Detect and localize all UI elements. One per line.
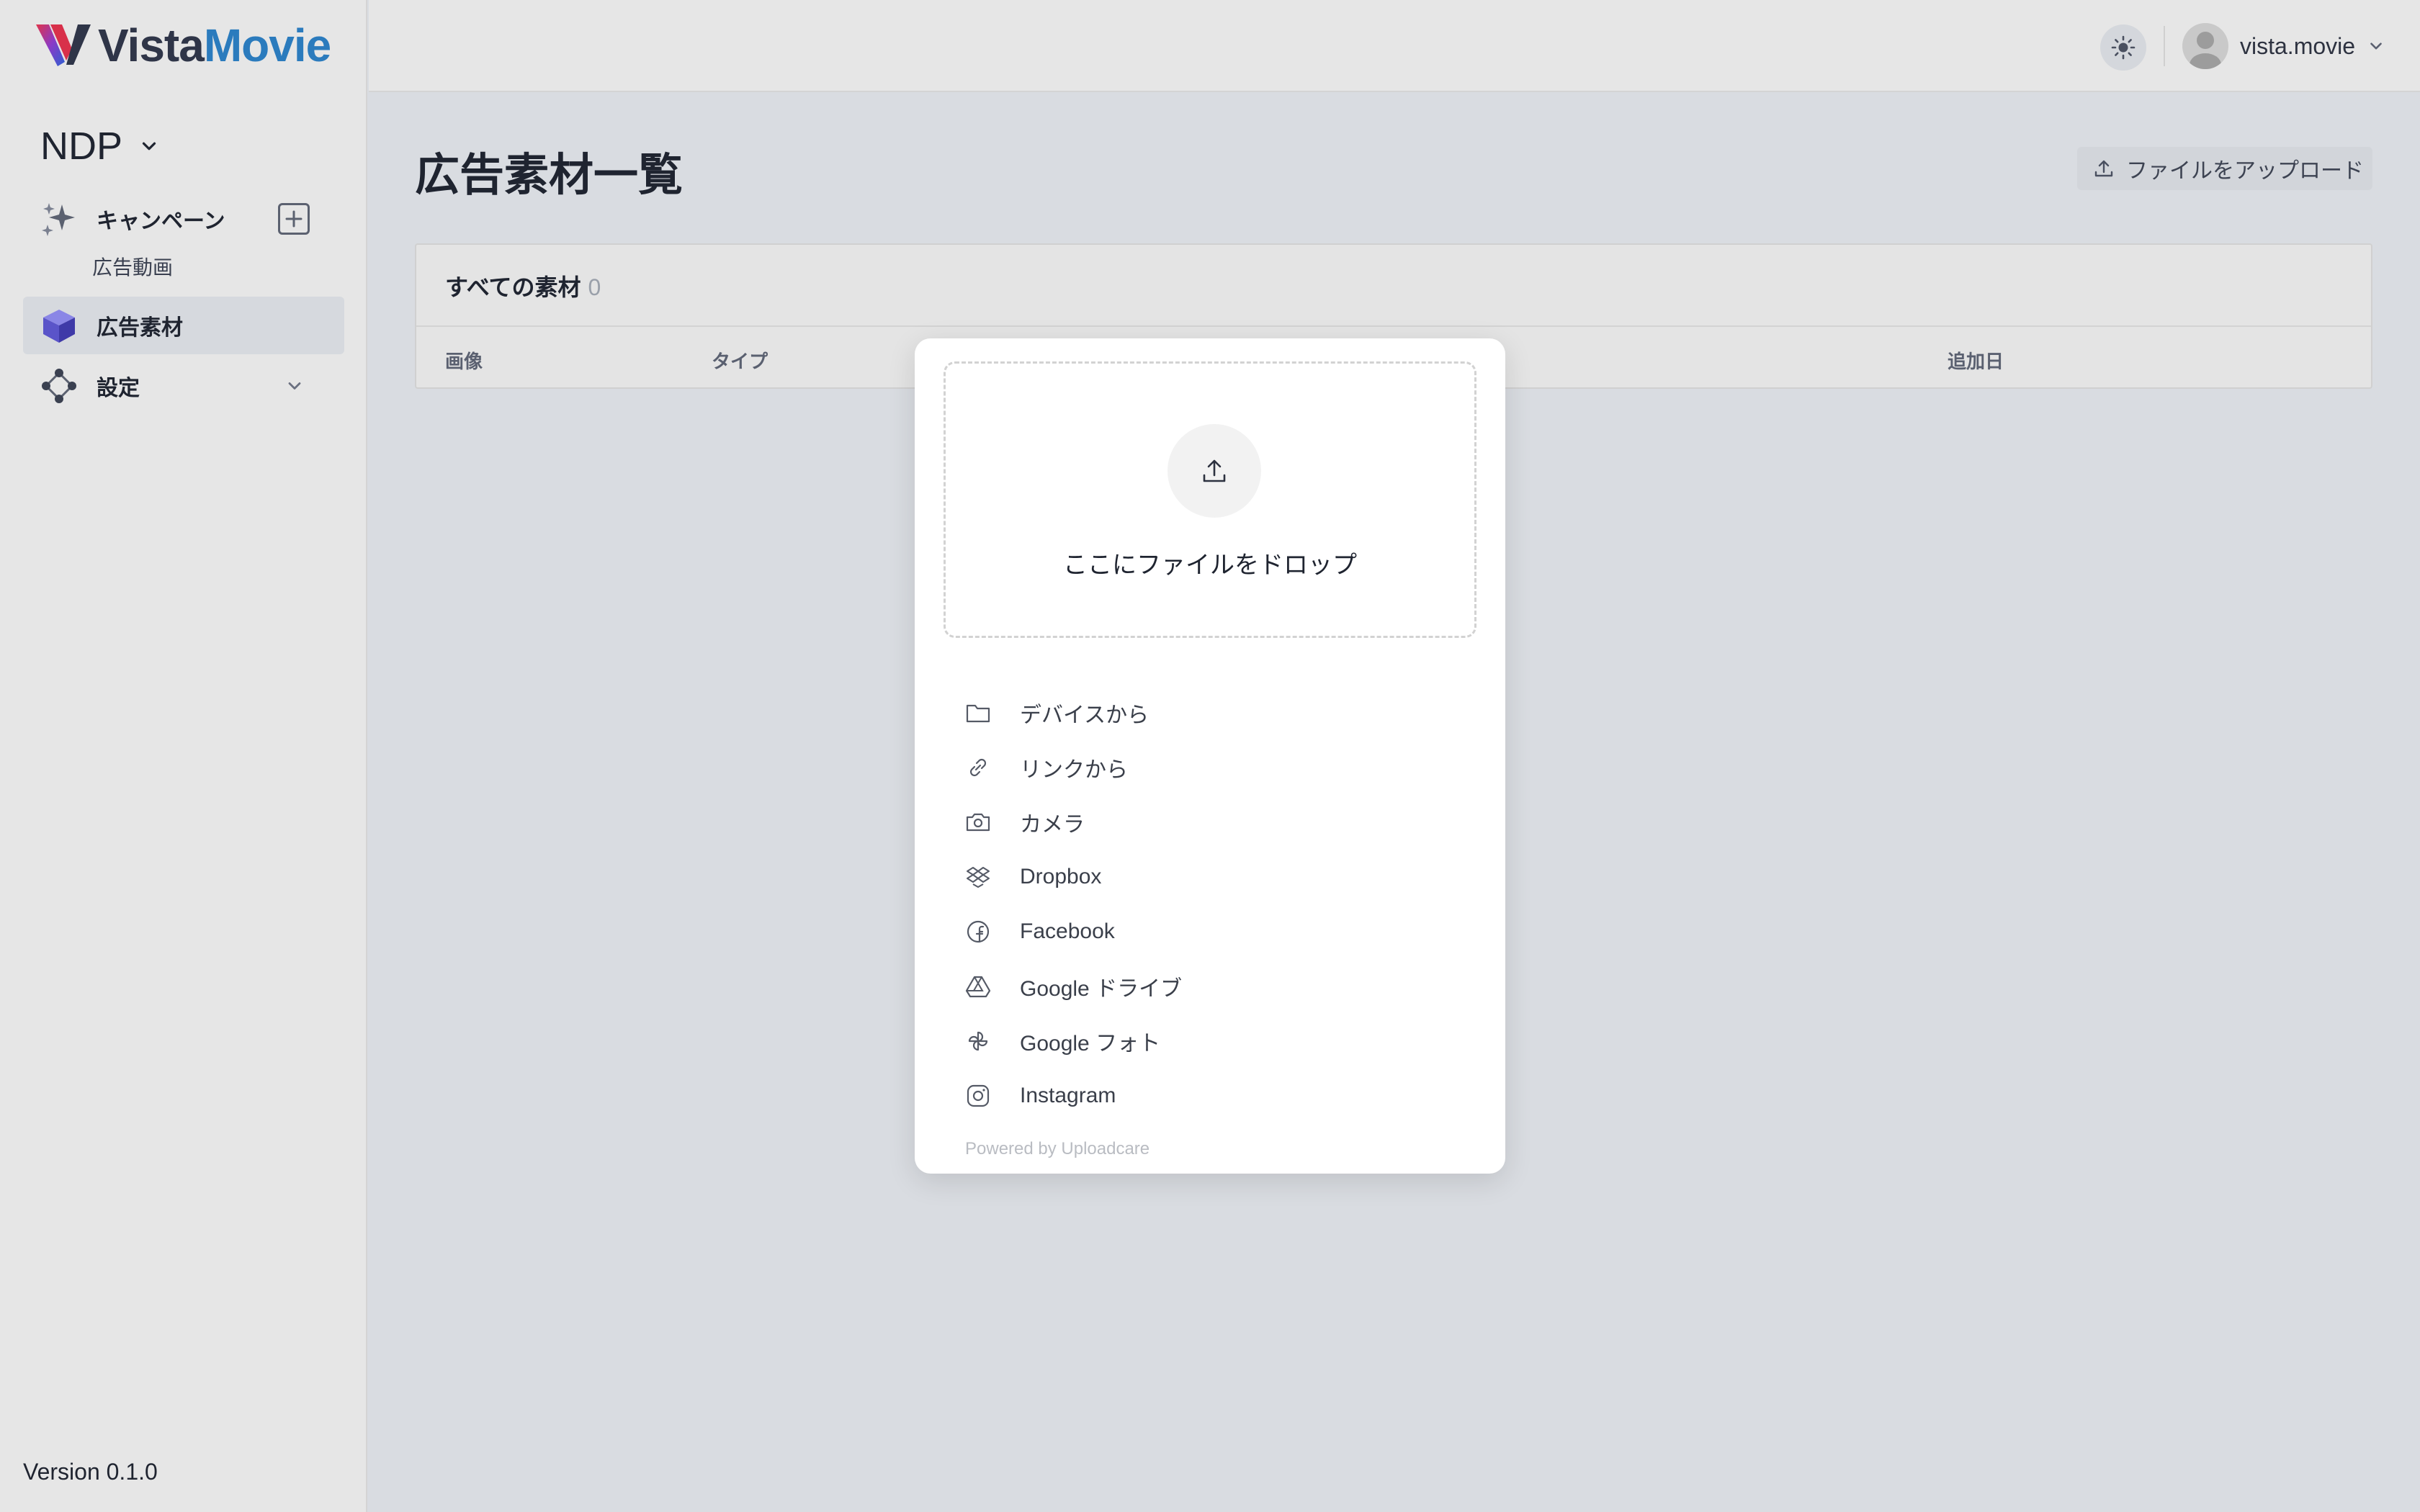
chevron-down-icon[interactable] (284, 376, 305, 396)
source-google-drive[interactable]: Google ドライブ (964, 965, 1461, 1008)
brand-logo[interactable]: VistaMovie (35, 19, 331, 72)
top-header: vista.movie (369, 0, 2420, 92)
source-label: Instagram (1020, 1084, 1116, 1107)
source-label: リンクから (1020, 758, 1128, 782)
source-label: Google フォト (1020, 1032, 1161, 1056)
table-title-text: すべての素材 (445, 274, 581, 300)
settings-nodes-icon (40, 367, 78, 405)
column-header-added-date[interactable]: 追加日 (1948, 347, 2004, 374)
google-drive-icon (964, 972, 992, 1001)
chevron-down-icon (2370, 42, 2382, 50)
plus-icon (285, 210, 302, 228)
sidebar-item-label: 広告素材 (97, 316, 183, 340)
brand-name: VistaMovie (98, 19, 331, 72)
sidebar-item-label: キャンペーン (97, 210, 225, 233)
sidebar-item-label: 設定 (97, 377, 140, 400)
add-campaign-button[interactable] (278, 203, 310, 235)
source-facebook[interactable]: Facebook (964, 910, 1461, 953)
sparkles-icon (40, 200, 78, 238)
theme-toggle-button[interactable] (2100, 24, 2146, 71)
column-header-type[interactable]: タイプ (712, 347, 768, 374)
source-label: カメラ (1020, 813, 1085, 837)
upload-dialog: ここにファイルをドロップ デバイスから リンクから カメラ Dropbox Fa… (915, 338, 1505, 1174)
file-dropzone[interactable]: ここにファイルをドロップ (944, 361, 1476, 638)
sidebar-item-ad-assets[interactable]: 広告素材 (23, 297, 344, 354)
username: vista.movie (2240, 32, 2356, 59)
source-google-photos[interactable]: Google フォト (964, 1020, 1461, 1063)
cube-icon (40, 307, 78, 344)
source-label: デバイスから (1020, 703, 1150, 727)
avatar (2182, 23, 2228, 69)
google-photos-icon (964, 1027, 992, 1056)
header-divider (2164, 26, 2165, 66)
chevron-down-icon (142, 142, 156, 150)
user-menu[interactable]: vista.movie (2182, 23, 2385, 69)
workspace-name: NDP (40, 125, 123, 168)
upload-icon-circle (1168, 424, 1261, 518)
vistamovie-logo-icon (36, 24, 91, 66)
camera-icon (964, 808, 992, 837)
upload-icon (1203, 459, 1226, 482)
source-link[interactable]: リンクから (964, 746, 1461, 789)
source-camera[interactable]: カメラ (964, 801, 1461, 844)
table-title: すべての素材 0 (445, 269, 601, 302)
dropzone-label: ここにファイルをドロップ (1063, 552, 1357, 579)
folder-icon (964, 698, 992, 727)
source-label: Google ドライブ (1020, 977, 1183, 1001)
source-device[interactable]: デバイスから (964, 691, 1461, 734)
dropbox-icon (964, 863, 992, 891)
source-dropbox[interactable]: Dropbox (964, 855, 1461, 899)
link-icon (964, 753, 992, 782)
brand-name-part1: Vista (98, 19, 205, 71)
column-header-image[interactable]: 画像 (445, 347, 483, 374)
instagram-icon (964, 1081, 992, 1110)
source-instagram[interactable]: Instagram (964, 1074, 1461, 1117)
upload-icon (2094, 160, 2113, 177)
page-title: 広告素材一覧 (415, 150, 684, 200)
upload-file-button[interactable]: ファイルをアップロード (2077, 147, 2372, 190)
powered-by-link[interactable]: Powered by Uploadcare (965, 1139, 1150, 1159)
sidebar-subitem-ad-videos[interactable]: 広告動画 (92, 252, 173, 281)
user-icon (2190, 32, 2221, 69)
brand-name-part2: Movie (203, 19, 331, 71)
source-label: Dropbox (1020, 865, 1102, 888)
workspace-selector[interactable]: NDP (40, 124, 160, 168)
sun-icon (2111, 35, 2136, 60)
facebook-icon (964, 917, 992, 946)
upload-button-label: ファイルをアップロード (2126, 159, 2364, 183)
asset-count: 0 (588, 274, 601, 300)
table-divider (416, 325, 2371, 327)
source-label: Facebook (1020, 919, 1115, 943)
sidebar: VistaMovie NDP キャンペーン 広告動画 広告素材 設定 Versi… (0, 0, 367, 1512)
app-version: Version 0.1.0 (23, 1459, 158, 1485)
